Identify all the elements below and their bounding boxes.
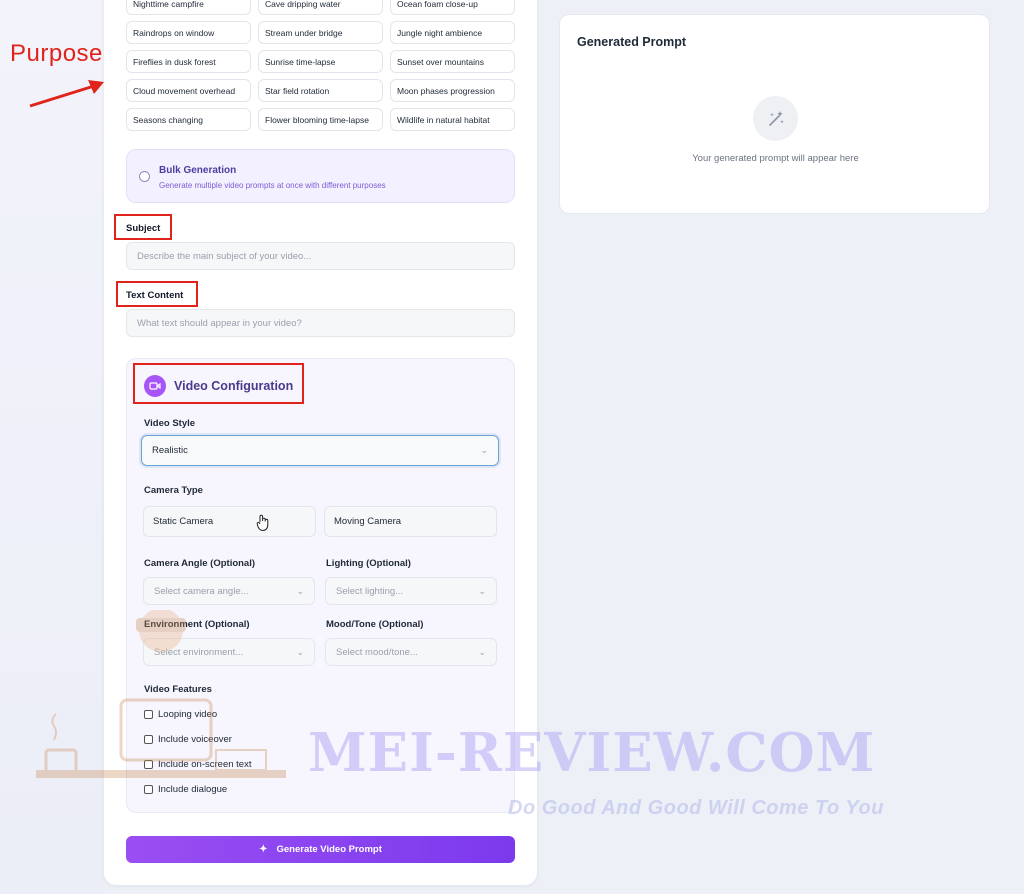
- purpose-chip[interactable]: Cloud movement overhead: [126, 79, 251, 102]
- video-style-select[interactable]: Realistic ⌄: [141, 435, 499, 466]
- subject-label: Subject: [126, 223, 161, 234]
- camera-type-label: Camera Type: [144, 485, 203, 496]
- lighting-placeholder: Select lighting...: [336, 585, 404, 597]
- watermark-illustration-icon: [36, 610, 286, 778]
- moving-camera-button[interactable]: Moving Camera: [324, 506, 497, 537]
- purpose-chip[interactable]: Nighttime campfire: [126, 0, 251, 15]
- generate-button-label: Generate Video Prompt: [276, 844, 382, 855]
- purpose-chip[interactable]: Cave dripping water: [258, 0, 383, 15]
- generated-prompt-placeholder: Your generated prompt will appear here: [692, 153, 859, 164]
- chevron-down-icon: ⌄: [296, 646, 304, 657]
- chevron-down-icon: ⌄: [296, 585, 304, 596]
- purpose-chip[interactable]: Sunset over mountains: [390, 50, 515, 73]
- camera-angle-placeholder: Select camera angle...: [154, 585, 249, 597]
- video-configuration-title: Video Configuration: [174, 379, 294, 393]
- generated-prompt-card: Generated Prompt Your generated prompt w…: [559, 14, 990, 214]
- bulk-generation-description: Generate multiple video prompts at once …: [159, 181, 386, 190]
- video-style-value: Realistic: [152, 445, 188, 456]
- text-content-label: Text Content: [126, 290, 184, 301]
- mood-tone-select[interactable]: Select mood/tone... ⌄: [325, 638, 497, 666]
- bulk-generation-radio[interactable]: [139, 171, 150, 182]
- bulk-generation-option[interactable]: Bulk Generation Generate multiple video …: [126, 149, 515, 203]
- purpose-chip[interactable]: Star field rotation: [258, 79, 383, 102]
- purpose-chip[interactable]: Ocean foam close-up: [390, 0, 515, 15]
- chevron-down-icon: ⌄: [480, 445, 488, 455]
- magic-wand-icon: [753, 96, 798, 141]
- purpose-chip[interactable]: Moon phases progression: [390, 79, 515, 102]
- camera-angle-label: Camera Angle (Optional): [144, 558, 256, 569]
- chevron-down-icon: ⌄: [478, 646, 486, 657]
- video-style-label: Video Style: [144, 418, 196, 429]
- static-camera-button[interactable]: Static Camera: [143, 506, 316, 537]
- camera-angle-select[interactable]: Select camera angle... ⌄: [143, 577, 315, 605]
- subject-input[interactable]: Describe the main subject of your video.…: [126, 242, 515, 270]
- generated-prompt-title: Generated Prompt: [577, 35, 687, 49]
- purpose-chip[interactable]: Raindrops on window: [126, 21, 251, 44]
- purpose-chip[interactable]: Jungle night ambience: [390, 21, 515, 44]
- purpose-chip[interactable]: Seasons changing: [126, 108, 251, 131]
- video-camera-icon: [144, 375, 166, 397]
- purpose-chip[interactable]: Wildlife in natural habitat: [390, 108, 515, 131]
- mood-tone-placeholder: Select mood/tone...: [336, 646, 418, 658]
- magic-wand-icon: ✦: [259, 844, 268, 855]
- annotation-purpose-label: Purpose: [10, 40, 103, 67]
- generate-video-prompt-button[interactable]: ✦ Generate Video Prompt: [126, 836, 515, 863]
- purpose-chip[interactable]: Sunrise time-lapse: [258, 50, 383, 73]
- chevron-down-icon: ⌄: [478, 585, 486, 596]
- watermark-text: MEI-REVIEW.COM: [308, 722, 876, 784]
- bulk-generation-title: Bulk Generation: [159, 165, 237, 176]
- purpose-chip[interactable]: Fireflies in dusk forest: [126, 50, 251, 73]
- lighting-label: Lighting (Optional): [326, 558, 411, 569]
- lighting-select[interactable]: Select lighting... ⌄: [325, 577, 497, 605]
- purpose-options-grid: Nighttime campfire Cave dripping water O…: [126, 0, 515, 131]
- watermark-tagline: Do Good And Good Will Come To You: [508, 797, 884, 819]
- annotation-arrow-icon: [29, 80, 104, 108]
- text-content-input[interactable]: What text should appear in your video?: [126, 309, 515, 337]
- mood-tone-label: Mood/Tone (Optional): [326, 619, 424, 630]
- purpose-chip[interactable]: Stream under bridge: [258, 21, 383, 44]
- hand-cursor-icon: [256, 514, 269, 532]
- purpose-chip[interactable]: Flower blooming time-lapse: [258, 108, 383, 131]
